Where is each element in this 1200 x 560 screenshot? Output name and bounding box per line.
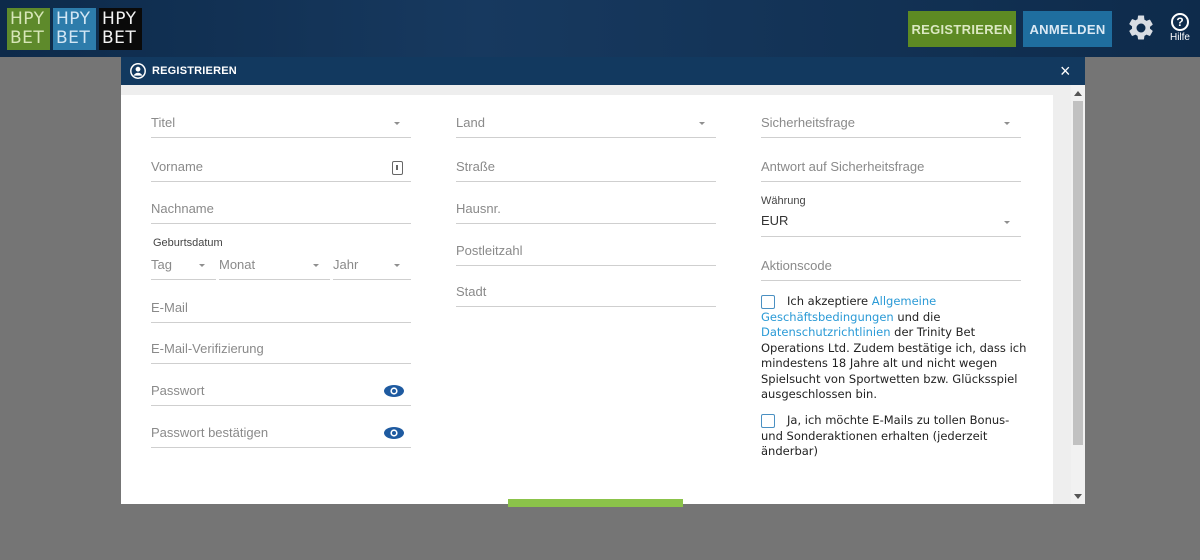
modal-scrollbar[interactable] [1071, 85, 1085, 504]
help-label: Hilfe [1169, 32, 1190, 43]
birth-day-select[interactable]: Tag [151, 252, 216, 280]
country-placeholder: Land [456, 115, 485, 130]
currency-select[interactable]: EUR [761, 209, 1021, 237]
logo-tile-green[interactable]: HPY BET [7, 8, 50, 50]
eye-icon[interactable] [383, 384, 405, 398]
logo-text-line2: BET [10, 28, 45, 48]
country-select[interactable]: Land [456, 110, 716, 138]
zip-field[interactable]: Postleitzahl [456, 238, 716, 266]
email-verify-field[interactable]: E-Mail-Verifizierung [151, 336, 411, 364]
street-placeholder: Straße [456, 159, 496, 174]
submit-button[interactable] [508, 499, 683, 507]
chevron-down-icon [1004, 122, 1010, 125]
logo-tile-blue[interactable]: HPY BET [53, 8, 96, 50]
privacy-link[interactable]: Datenschutzrichtlinien [761, 325, 891, 339]
year-placeholder: Jahr [333, 257, 359, 272]
logo-text-line1: HPY [10, 9, 45, 29]
currency-value: EUR [761, 213, 789, 228]
currency-label: Währung [761, 195, 806, 207]
scroll-up-arrow-icon[interactable] [1074, 91, 1082, 96]
terms-text: Ich akzeptiere Allgemeine Geschäftsbedin… [761, 294, 1029, 403]
birth-month-select[interactable]: Monat [219, 252, 330, 280]
title-select[interactable]: Titel [151, 110, 411, 138]
help-icon: ? [1171, 13, 1189, 31]
promo-code-field[interactable]: Aktionscode [761, 253, 1021, 281]
gear-icon[interactable] [1126, 13, 1156, 43]
zip-placeholder: Postleitzahl [456, 243, 523, 258]
logo-tile-black[interactable]: HPY BET [99, 8, 142, 50]
birth-year-select[interactable]: Jahr [333, 252, 411, 280]
birthdate-label: Geburtsdatum [153, 237, 223, 249]
security-question-placeholder: Sicherheitsfrage [761, 115, 855, 130]
password-confirm-field[interactable]: Passwort bestätigen [151, 420, 411, 448]
scroll-down-arrow-icon[interactable] [1074, 494, 1082, 499]
help-button[interactable]: ? Hilfe [1166, 13, 1194, 45]
chevron-down-icon [313, 264, 319, 267]
logo-text-line1: HPY [102, 9, 137, 29]
modal-title: REGISTRIEREN [152, 65, 237, 77]
email-verify-placeholder: E-Mail-Verifizierung [151, 341, 264, 356]
scroll-thumb[interactable] [1073, 101, 1083, 445]
month-placeholder: Monat [219, 257, 256, 272]
password-field[interactable]: Passwort [151, 378, 411, 406]
terms-text-part: und die [893, 309, 941, 324]
email-placeholder: E-Mail [151, 300, 188, 315]
logo-text-line1: HPY [56, 9, 91, 29]
chevron-down-icon [394, 122, 400, 125]
modal-header: REGISTRIEREN × [121, 57, 1085, 85]
security-answer-placeholder: Antwort auf Sicherheitsfrage [761, 159, 925, 174]
password-confirm-placeholder: Passwort bestätigen [151, 425, 269, 440]
eye-icon[interactable] [383, 426, 405, 440]
chevron-down-icon [1004, 221, 1010, 224]
terms-text-part: Ich akzeptiere [787, 294, 872, 308]
title-placeholder: Titel [151, 115, 176, 130]
city-placeholder: Stadt [456, 284, 487, 299]
logo-text-line2: BET [56, 28, 91, 48]
city-field[interactable]: Stadt [456, 279, 716, 307]
chevron-down-icon [699, 122, 705, 125]
logo-text-line2: BET [102, 28, 137, 48]
housenr-field[interactable]: Hausnr. [456, 196, 716, 224]
close-icon[interactable]: × [1060, 62, 1071, 80]
login-button[interactable]: ANMELDEN [1023, 11, 1112, 47]
chevron-down-icon [394, 264, 400, 267]
user-icon [130, 63, 146, 79]
register-button[interactable]: REGISTRIEREN [908, 11, 1016, 47]
security-answer-field[interactable]: Antwort auf Sicherheitsfrage [761, 154, 1021, 182]
top-bar: HPY BET HPY BET HPY BET REGISTRIEREN ANM… [0, 0, 1200, 57]
street-field[interactable]: Straße [456, 154, 716, 182]
info-icon [392, 161, 403, 175]
firstname-placeholder: Vorname [151, 159, 204, 174]
lastname-placeholder: Nachname [151, 201, 214, 216]
chevron-down-icon [199, 264, 205, 267]
security-question-select[interactable]: Sicherheitsfrage [761, 110, 1021, 138]
promo-code-placeholder: Aktionscode [761, 258, 832, 273]
newsletter-text: Ja, ich möchte E-Mails zu tollen Bonus- … [761, 413, 1010, 458]
password-placeholder: Passwort [151, 383, 205, 398]
email-field[interactable]: E-Mail [151, 295, 411, 323]
lastname-field[interactable]: Nachname [151, 196, 411, 224]
housenr-placeholder: Hausnr. [456, 201, 501, 216]
day-placeholder: Tag [151, 257, 172, 272]
firstname-field[interactable]: Vorname [151, 154, 411, 182]
